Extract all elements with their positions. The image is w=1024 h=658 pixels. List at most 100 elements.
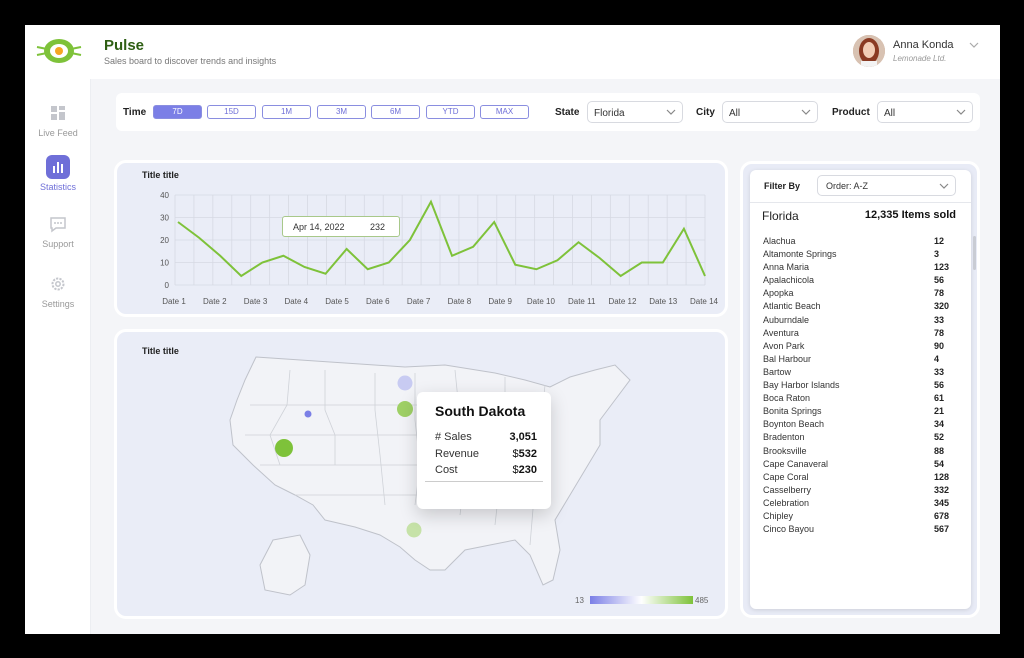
tooltip-row-value: 3,051 — [509, 431, 537, 443]
panel-state: Florida — [762, 209, 799, 223]
tooltip-row-label: Revenue — [435, 448, 480, 460]
city-name: Cape Canaveral — [763, 458, 829, 469]
legend-gradient — [590, 596, 693, 604]
map-tooltip: South Dakota # Sales 3,051 Revenue $532 … — [417, 392, 551, 509]
city-name: Casselberry — [763, 484, 812, 495]
city-value: 332 — [934, 484, 950, 495]
panel-total: 12,335 Items sold — [864, 209, 956, 221]
city-value: 90 — [934, 340, 945, 351]
list-item[interactable]: Casselberry 332 — [763, 485, 953, 498]
city-name: Celebration — [763, 497, 810, 508]
city-value: 320 — [934, 301, 950, 312]
city-value: 678 — [934, 510, 950, 521]
tooltip-row-label: Cost — [435, 464, 458, 476]
city-name: Apopka — [763, 288, 794, 299]
city-value: 567 — [934, 524, 950, 535]
city-value: 123 — [934, 262, 950, 273]
legend-max: 485 — [695, 596, 709, 605]
city-name: Boynton Beach — [763, 419, 825, 430]
list-item[interactable]: Brooksville 88 — [763, 446, 953, 459]
city-name: Cinco Bayou — [763, 524, 815, 535]
list-item[interactable]: Bal Harbour 4 — [763, 354, 953, 367]
divider — [750, 202, 971, 203]
city-name: Chipley — [763, 510, 794, 521]
city-value: 78 — [934, 327, 945, 338]
city-name: Avon Park — [763, 340, 805, 351]
city-value: 128 — [934, 471, 950, 482]
list-item[interactable]: Atlantic Beach 320 — [763, 301, 953, 314]
list-item[interactable]: Chipley 678 — [763, 511, 953, 524]
order-select-value: Order: A-Z — [826, 181, 869, 191]
tooltip-row-label: # Sales — [435, 431, 472, 443]
city-value: 12 — [934, 236, 945, 246]
city-value: 56 — [934, 380, 945, 391]
city-name: Boca Raton — [763, 393, 811, 404]
list-item[interactable]: Apopka 78 — [763, 288, 953, 301]
city-name: Aventura — [763, 327, 799, 338]
tooltip-row-cost: Cost $230 — [435, 464, 537, 476]
list-item[interactable]: Bartow 33 — [763, 367, 953, 380]
city-name: Auburndale — [763, 314, 810, 325]
list-item[interactable]: Aventura 78 — [763, 328, 953, 341]
city-sales-panel: Filter By Order: A-Z Florida 12,335 Item… — [750, 170, 976, 609]
tooltip-state: South Dakota — [435, 403, 526, 419]
city-value: 33 — [934, 366, 945, 377]
map-bubble[interactable] — [406, 522, 422, 538]
list-item[interactable]: Altamonte Springs 3 — [763, 249, 953, 262]
list-item[interactable]: Celebration 345 — [763, 498, 953, 511]
list-item[interactable]: Avon Park 90 — [763, 341, 953, 354]
city-name: Bartow — [763, 366, 792, 377]
city-name: Bal Harbour — [763, 353, 812, 364]
list-item[interactable]: Cape Canaveral 54 — [763, 459, 953, 472]
city-value: 78 — [934, 288, 945, 299]
city-name: Bonita Springs — [763, 406, 822, 417]
filter-by-label: Filter By — [764, 181, 801, 191]
scrollbar[interactable] — [973, 236, 976, 270]
chevron-down-icon — [939, 183, 949, 189]
city-value: 54 — [934, 458, 945, 469]
legend-min: 13 — [575, 596, 584, 605]
city-name: Anna Maria — [763, 262, 810, 273]
list-item[interactable]: Boca Raton 61 — [763, 393, 953, 406]
city-name: Alachua — [763, 236, 796, 246]
alaska-shape — [259, 534, 311, 596]
list-item[interactable]: Anna Maria 123 — [763, 262, 953, 275]
city-value: 61 — [934, 393, 945, 404]
list-item[interactable]: Bay Harbor Islands 56 — [763, 380, 953, 393]
city-value: 52 — [934, 432, 945, 443]
list-item[interactable]: Cape Coral 128 — [763, 472, 953, 485]
map-bubble[interactable] — [397, 401, 413, 417]
city-list: Alachua 12 Altamonte Springs 3 Anna Maria 123… — [763, 236, 953, 537]
list-item[interactable]: Bradenton 52 — [763, 432, 953, 445]
city-name: Altamonte Springs — [763, 249, 837, 260]
city-name: Bradenton — [763, 432, 805, 443]
city-value: 88 — [934, 445, 945, 456]
tooltip-row-sales: # Sales 3,051 — [435, 431, 537, 443]
list-item[interactable]: Apalachicola 56 — [763, 275, 953, 288]
city-name: Cape Coral — [763, 471, 809, 482]
city-name: Atlantic Beach — [763, 301, 821, 312]
tooltip-row-value: $532 — [512, 448, 537, 460]
app-window: Pulse Sales board to discover trends and… — [25, 25, 1000, 634]
city-name: Brooksville — [763, 445, 807, 456]
city-value: 4 — [934, 353, 940, 364]
list-item[interactable]: Auburndale 33 — [763, 315, 953, 328]
map-bubble[interactable] — [397, 375, 413, 391]
tooltip-row-value: $230 — [512, 464, 537, 476]
city-value: 56 — [934, 275, 945, 286]
city-value: 34 — [934, 419, 945, 430]
city-value: 345 — [934, 497, 950, 508]
city-name: Bay Harbor Islands — [763, 380, 840, 391]
map-bubble[interactable] — [304, 410, 312, 418]
city-value: 3 — [934, 249, 940, 260]
city-value: 21 — [934, 406, 945, 417]
order-select[interactable]: Order: A-Z — [817, 175, 956, 196]
city-value: 33 — [934, 314, 945, 325]
tooltip-row-revenue: Revenue $532 — [435, 448, 537, 460]
map-bubble[interactable] — [275, 439, 293, 457]
list-item[interactable]: Bonita Springs 21 — [763, 406, 953, 419]
list-item[interactable]: Cinco Bayou 567 — [763, 524, 953, 537]
tooltip-divider — [425, 481, 543, 482]
list-item[interactable]: Alachua 12 — [763, 236, 953, 249]
list-item[interactable]: Boynton Beach 34 — [763, 419, 953, 432]
